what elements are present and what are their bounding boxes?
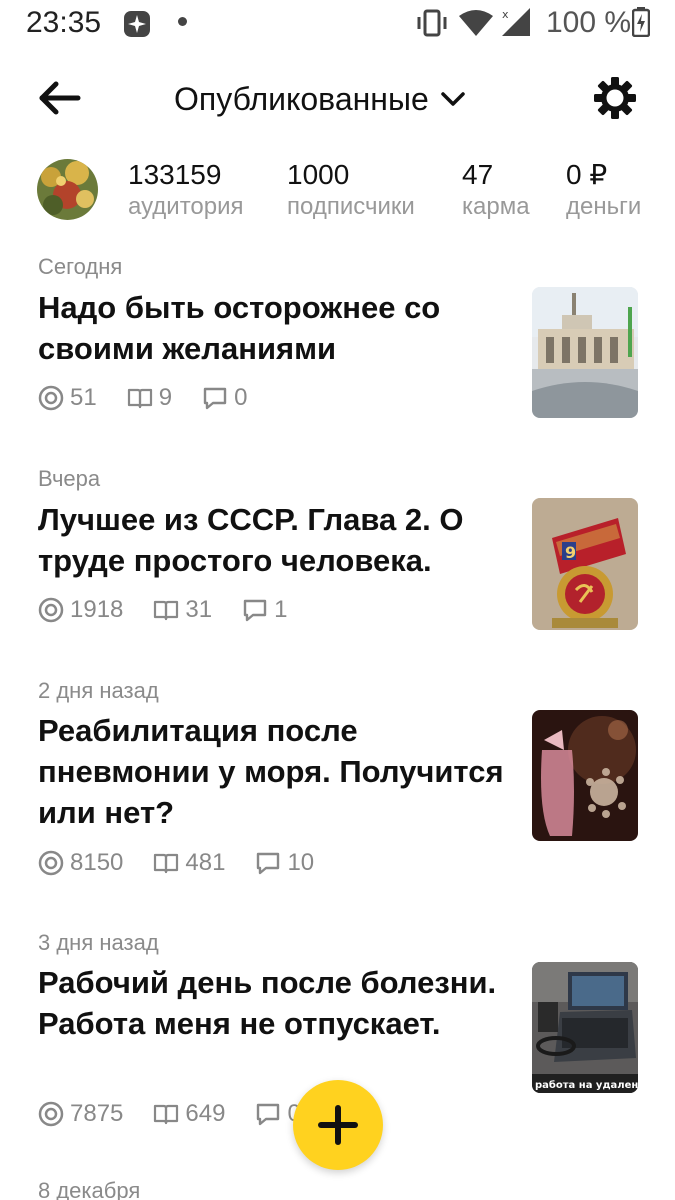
views-count: 7875 [70,1100,124,1127]
post-thumbnail[interactable] [532,710,638,841]
status-bar: 23:35 x 100 % [0,0,675,48]
book-icon [154,853,179,874]
reads-count: 649 [185,1100,226,1127]
views-count: 1918 [70,596,124,623]
plus-icon [318,1105,358,1145]
post-thumbnail[interactable]: работа на удаленке [532,962,638,1093]
stat-value: 133159 [128,159,222,190]
comments-metric: 0 [202,384,247,412]
reads-metric: 9 [127,384,172,412]
stat-value: 0 ₽ [566,159,608,190]
post-thumbnail[interactable] [532,287,638,418]
wifi-icon [459,10,493,36]
chevron-down-icon [441,92,465,106]
comment-icon [203,387,227,410]
stat-label: подписчики [287,193,415,220]
views-metric: 8150 [38,849,123,877]
back-button[interactable] [36,76,84,120]
settings-button[interactable] [593,76,637,120]
views-icon [38,597,64,623]
comments-count: 0 [234,384,248,411]
app-notification-icon [124,11,150,37]
post-metrics: 7875 649 0 [38,1100,331,1128]
dot-icon [178,17,187,26]
page-title: Опубликованные [174,80,429,117]
views-icon [38,1101,64,1127]
stat-label: деньги [566,193,642,220]
stat-value: 47 [462,159,494,190]
post-date: 3 дня назад [38,930,159,955]
views-metric: 51 [38,384,97,412]
reads-count: 9 [158,384,173,411]
stat-karma: 47 карма [462,158,530,222]
post-thumbnail[interactable]: 9 [532,498,638,630]
stat-label: карма [462,193,530,220]
post-date: 8 декабря [38,1178,141,1200]
battery-charging-icon [632,7,650,37]
svg-text:9: 9 [565,543,576,562]
create-post-button[interactable] [293,1080,383,1170]
book-icon [154,1104,179,1125]
views-count: 51 [70,384,97,411]
signal-icon: x [502,8,530,36]
post-date: 2 дня назад [38,678,159,703]
thumbnail-caption: работа на удаленке [535,1079,638,1091]
post-title[interactable]: Лучшее из СССР. Глава 2. О труде простог… [38,499,508,581]
battery-percent: 100 % [546,6,632,39]
comment-icon [257,852,280,875]
post-title[interactable]: Рабочий день после болезни. Работа меня … [38,962,508,1044]
station-image [532,287,638,418]
post-date: Сегодня [38,254,123,279]
reads-count: 481 [185,849,226,876]
reads-metric: 31 [153,596,212,624]
post-metrics: 51 9 0 [38,384,277,412]
views-metric: 7875 [38,1100,123,1128]
comments-count: 10 [287,849,315,876]
lungs-virus-image [532,710,638,841]
post-metrics: 8150 481 10 [38,849,344,877]
post-date: Вчера [38,466,101,491]
stat-subscribers: 1000 подписчики [287,158,415,222]
comment-icon [257,1103,280,1126]
comments-metric: 10 [255,849,314,877]
book-icon [154,600,179,621]
stat-money: 0 ₽ деньги [566,158,646,222]
publication-filter-dropdown[interactable]: Опубликованные [174,74,467,124]
app-header: Опубликованные [0,60,675,140]
views-icon [38,385,64,411]
comments-metric: 1 [242,596,287,624]
book-icon [127,388,152,409]
comment-icon [243,599,267,622]
views-count: 8150 [70,849,124,876]
views-icon [38,850,64,876]
svg-text:x: x [502,8,509,21]
post-title[interactable]: Надо быть осторожнее со своими желаниями [38,287,508,369]
stat-label: аудитория [128,193,244,220]
badge-image: 9 [532,498,638,630]
post-title[interactable]: Реабилитация после пневмонии у моря. Пол… [38,710,508,833]
reads-metric: 649 [153,1100,225,1128]
avatar[interactable] [37,159,98,220]
views-metric: 1918 [38,596,123,624]
vibrate-icon [417,9,447,37]
post-metrics: 1918 31 1 [38,596,317,624]
status-time: 23:35 [26,6,102,39]
reads-count: 31 [185,596,213,623]
reads-metric: 481 [153,849,225,877]
stat-audience: 133159 аудитория [128,158,244,222]
avatar-image [37,159,98,220]
comments-count: 1 [274,596,288,623]
stat-value: 1000 [287,159,350,190]
laptop-desk-image: работа на удаленке [532,962,638,1093]
